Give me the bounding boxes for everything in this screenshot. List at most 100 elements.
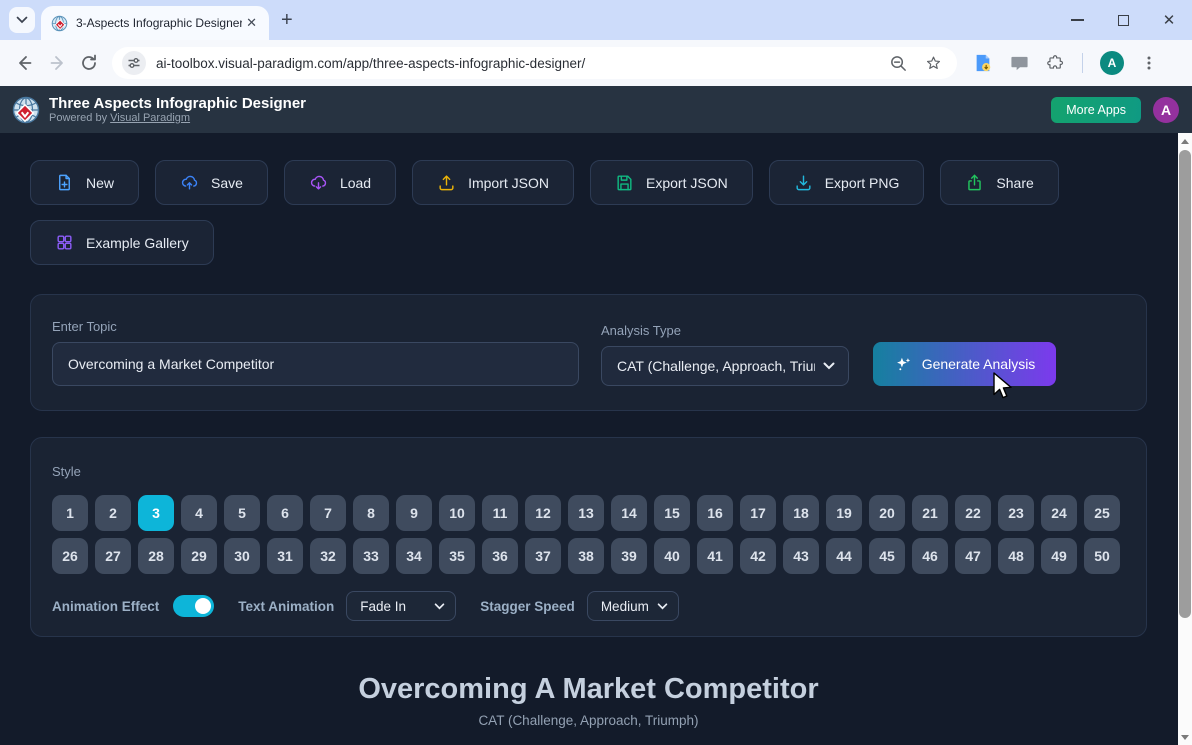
style-option-50[interactable]: 50 xyxy=(1084,538,1120,574)
stagger-speed-select[interactable]: Medium xyxy=(587,591,679,621)
address-bar[interactable]: ai-toolbox.visual-paradigm.com/app/three… xyxy=(112,47,957,79)
style-option-8[interactable]: 8 xyxy=(353,495,389,531)
style-option-34[interactable]: 34 xyxy=(396,538,432,574)
generate-analysis-button[interactable]: Generate Analysis xyxy=(873,342,1056,386)
extensions-puzzle-icon[interactable] xyxy=(1046,54,1065,73)
chevron-down-icon xyxy=(657,603,668,610)
style-option-23[interactable]: 23 xyxy=(998,495,1034,531)
example-gallery-button[interactable]: Example Gallery xyxy=(30,220,214,265)
new-button[interactable]: New xyxy=(30,160,139,205)
import-json-button[interactable]: Import JSON xyxy=(412,160,574,205)
style-option-38[interactable]: 38 xyxy=(568,538,604,574)
style-option-9[interactable]: 9 xyxy=(396,495,432,531)
maximize-button[interactable] xyxy=(1100,0,1146,40)
style-option-13[interactable]: 13 xyxy=(568,495,604,531)
style-option-26[interactable]: 26 xyxy=(52,538,88,574)
style-option-19[interactable]: 19 xyxy=(826,495,862,531)
toolbar-divider xyxy=(1082,53,1083,73)
share-button[interactable]: Share xyxy=(940,160,1058,205)
scrollbar-thumb[interactable] xyxy=(1179,150,1191,618)
zoom-icon[interactable] xyxy=(889,54,908,73)
style-option-12[interactable]: 12 xyxy=(525,495,561,531)
style-option-46[interactable]: 46 xyxy=(912,538,948,574)
style-option-24[interactable]: 24 xyxy=(1041,495,1077,531)
forward-button[interactable] xyxy=(48,54,66,72)
style-option-2[interactable]: 2 xyxy=(95,495,131,531)
style-option-41[interactable]: 41 xyxy=(697,538,733,574)
more-apps-button[interactable]: More Apps xyxy=(1051,97,1141,123)
style-option-6[interactable]: 6 xyxy=(267,495,303,531)
style-option-7[interactable]: 7 xyxy=(310,495,346,531)
stagger-speed-label: Stagger Speed xyxy=(480,599,575,614)
stagger-speed-value: Medium xyxy=(601,599,649,614)
back-button[interactable] xyxy=(16,54,34,72)
animation-effect-toggle[interactable] xyxy=(173,595,214,617)
style-option-37[interactable]: 37 xyxy=(525,538,561,574)
tab-close-icon[interactable]: ✕ xyxy=(242,15,261,31)
style-option-14[interactable]: 14 xyxy=(611,495,647,531)
style-option-28[interactable]: 28 xyxy=(138,538,174,574)
style-option-30[interactable]: 30 xyxy=(224,538,260,574)
style-option-31[interactable]: 31 xyxy=(267,538,303,574)
style-option-45[interactable]: 45 xyxy=(869,538,905,574)
site-settings-chip[interactable] xyxy=(122,51,146,75)
style-option-16[interactable]: 16 xyxy=(697,495,733,531)
style-option-49[interactable]: 49 xyxy=(1041,538,1077,574)
style-option-48[interactable]: 48 xyxy=(998,538,1034,574)
style-option-17[interactable]: 17 xyxy=(740,495,776,531)
style-option-3[interactable]: 3 xyxy=(138,495,174,531)
close-button[interactable]: ✕ xyxy=(1146,0,1192,40)
save-button[interactable]: Save xyxy=(155,160,268,205)
tab-search-button[interactable] xyxy=(9,7,35,33)
style-option-5[interactable]: 5 xyxy=(224,495,260,531)
style-option-21[interactable]: 21 xyxy=(912,495,948,531)
page-scrollbar[interactable] xyxy=(1178,133,1192,745)
style-option-43[interactable]: 43 xyxy=(783,538,819,574)
style-option-11[interactable]: 11 xyxy=(482,495,518,531)
style-option-36[interactable]: 36 xyxy=(482,538,518,574)
chat-icon[interactable] xyxy=(1010,54,1029,73)
kebab-menu-icon[interactable] xyxy=(1141,55,1157,71)
minimize-icon xyxy=(1071,19,1084,20)
style-option-33[interactable]: 33 xyxy=(353,538,389,574)
style-option-1[interactable]: 1 xyxy=(52,495,88,531)
load-button[interactable]: Load xyxy=(284,160,396,205)
style-option-35[interactable]: 35 xyxy=(439,538,475,574)
export-json-button[interactable]: Export JSON xyxy=(590,160,753,205)
style-option-40[interactable]: 40 xyxy=(654,538,690,574)
topic-input[interactable] xyxy=(52,342,579,386)
url-text[interactable]: ai-toolbox.visual-paradigm.com/app/three… xyxy=(156,56,889,71)
style-grid: 1234567891011121314151617181920212223242… xyxy=(52,495,1125,574)
bookmark-star-icon[interactable] xyxy=(924,54,943,73)
style-option-32[interactable]: 32 xyxy=(310,538,346,574)
reading-list-icon[interactable] xyxy=(973,53,993,73)
style-option-22[interactable]: 22 xyxy=(955,495,991,531)
analysis-type-select[interactable]: CAT (Challenge, Approach, Triumph) xyxy=(601,346,849,386)
browser-tab[interactable]: 3-Aspects Infographic Designer ✕ xyxy=(41,6,269,40)
browser-profile-avatar[interactable]: A xyxy=(1100,51,1124,75)
grid-icon xyxy=(55,233,74,252)
style-option-18[interactable]: 18 xyxy=(783,495,819,531)
style-option-42[interactable]: 42 xyxy=(740,538,776,574)
style-option-25[interactable]: 25 xyxy=(1084,495,1120,531)
scroll-down-arrow[interactable] xyxy=(1178,729,1192,745)
style-option-29[interactable]: 29 xyxy=(181,538,217,574)
reload-button[interactable] xyxy=(80,54,98,72)
user-avatar[interactable]: A xyxy=(1153,97,1179,123)
style-option-47[interactable]: 47 xyxy=(955,538,991,574)
style-option-27[interactable]: 27 xyxy=(95,538,131,574)
style-option-10[interactable]: 10 xyxy=(439,495,475,531)
scroll-up-arrow[interactable] xyxy=(1178,133,1192,149)
chevron-down-icon xyxy=(823,362,835,370)
style-option-44[interactable]: 44 xyxy=(826,538,862,574)
minimize-button[interactable] xyxy=(1054,0,1100,40)
infographic-title: Overcoming A Market Competitor xyxy=(30,673,1147,706)
style-option-15[interactable]: 15 xyxy=(654,495,690,531)
visual-paradigm-link[interactable]: Visual Paradigm xyxy=(110,112,190,124)
text-animation-select[interactable]: Fade In xyxy=(346,591,456,621)
export-png-button[interactable]: Export PNG xyxy=(769,160,925,205)
style-option-4[interactable]: 4 xyxy=(181,495,217,531)
style-option-20[interactable]: 20 xyxy=(869,495,905,531)
style-option-39[interactable]: 39 xyxy=(611,538,647,574)
new-tab-button[interactable]: + xyxy=(281,10,293,30)
